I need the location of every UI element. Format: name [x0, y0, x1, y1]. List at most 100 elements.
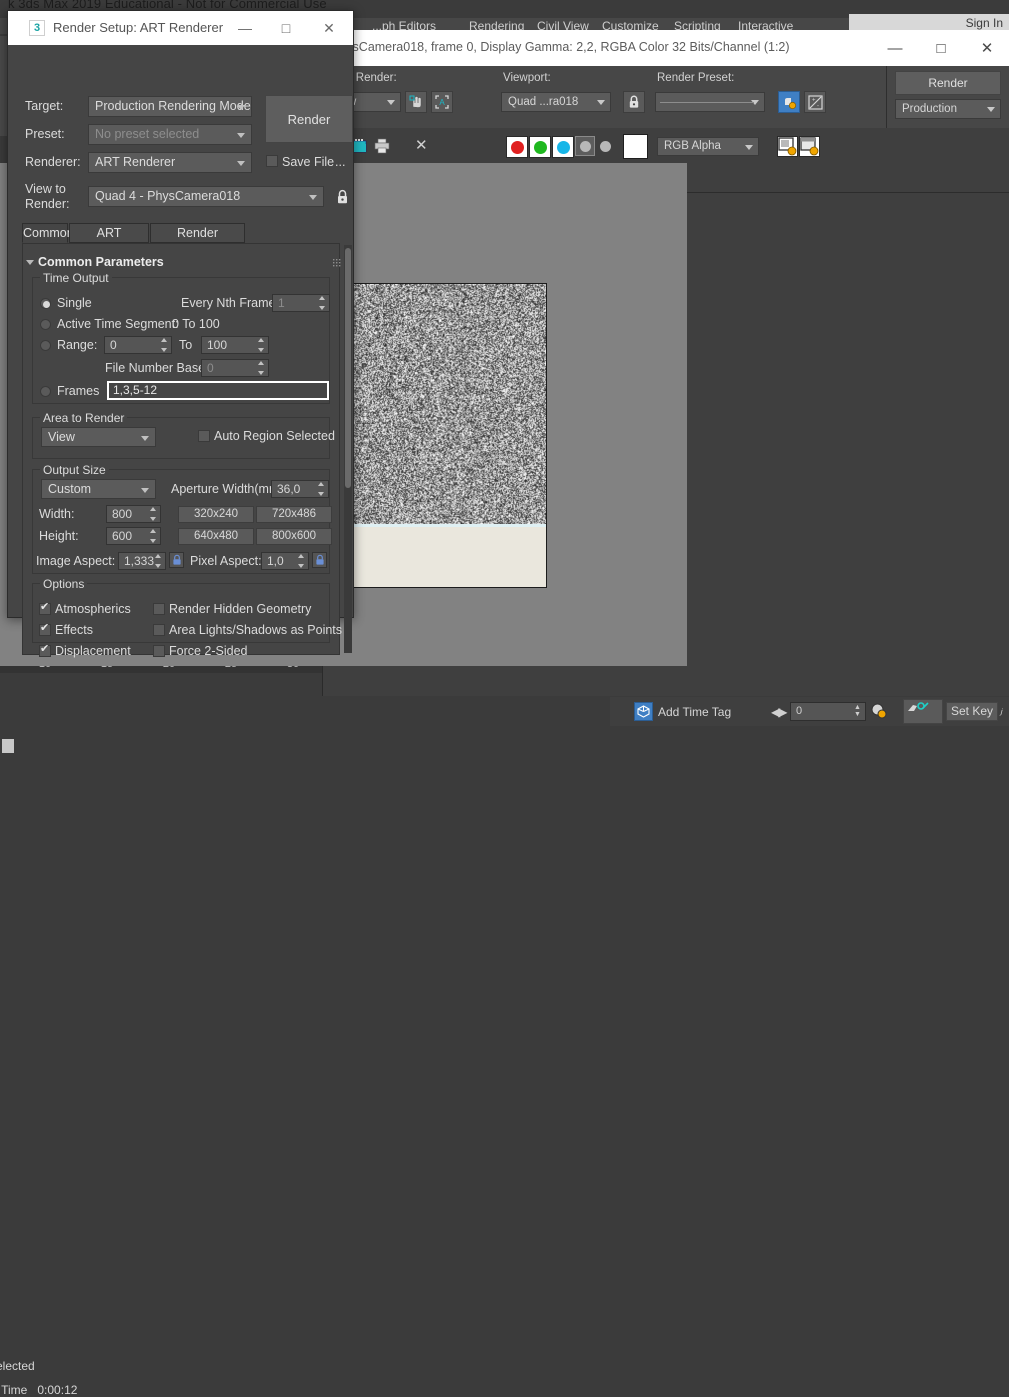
dialog-close-button[interactable]: ✕ [309, 11, 349, 45]
render-hidden-geometry-checkbox[interactable] [153, 603, 165, 615]
range-radio[interactable] [40, 340, 51, 351]
every-nth-frame-field[interactable]: 1 [272, 294, 330, 312]
time-tag-icon[interactable] [634, 702, 653, 721]
aperture-width-field[interactable]: 36,0 [271, 480, 329, 498]
dialog-maximize-button[interactable]: □ [266, 11, 306, 45]
active-time-segment-radio[interactable] [40, 319, 51, 330]
current-time-field[interactable]: 0 ▲ ▼ [790, 702, 866, 721]
spinner-arrows[interactable] [318, 296, 326, 310]
exposure-control-button[interactable]: + - [804, 91, 826, 113]
spinner-arrows[interactable] [160, 338, 168, 352]
area-to-render-mode-dropdown[interactable]: View [41, 427, 156, 447]
current-time-spinner[interactable]: ▲ ▼ [853, 704, 862, 719]
range-to-field[interactable]: 100 [201, 336, 269, 354]
viewport-dropdown[interactable]: Quad ...ra018 [501, 92, 611, 112]
blue-channel-button[interactable] [552, 136, 574, 158]
spinner-arrows[interactable] [297, 554, 305, 568]
renderer-dropdown[interactable]: ART Renderer [88, 152, 252, 173]
panel-scrollbar-thumb[interactable] [345, 248, 351, 488]
dialog-render-button[interactable]: Render [265, 95, 353, 143]
range-to-label: To [179, 338, 192, 352]
pan-tool-button[interactable] [405, 91, 427, 113]
tab-art-renderer[interactable]: ART Renderer [69, 223, 149, 243]
auto-region-button[interactable]: A [431, 91, 453, 113]
tab-render-elements[interactable]: Render Elements [150, 223, 245, 243]
spinner-arrows[interactable] [257, 361, 265, 375]
single-radio[interactable] [40, 298, 51, 309]
effects-checkbox[interactable] [39, 624, 51, 636]
rollout-title[interactable]: Common Parameters [38, 255, 164, 269]
range-label: Range: [57, 338, 97, 352]
set-key-button[interactable]: Set Key [946, 702, 998, 721]
signin-label[interactable]: Sign In [966, 16, 1003, 30]
area-lights-shadows-label: Area Lights/Shadows as Points [169, 623, 342, 637]
view-to-render-dropdown[interactable]: Quad 4 - PhysCamera018 [88, 186, 324, 207]
pixel-aspect-lock-icon[interactable] [312, 552, 327, 568]
render-hidden-geometry-label: Render Hidden Geometry [169, 602, 311, 616]
frames-radio[interactable] [40, 386, 51, 397]
render-preset-dropdown[interactable] [655, 92, 765, 112]
spinner-arrows[interactable] [317, 482, 325, 496]
file-number-base-field[interactable]: 0 [201, 359, 269, 377]
tab-common[interactable]: Common [22, 223, 68, 243]
minimize-button[interactable]: — [872, 30, 918, 66]
view-lock-icon[interactable] [335, 188, 349, 205]
frames-input[interactable]: 1,3,5-12 [107, 381, 329, 400]
save-file-checkbox[interactable] [266, 155, 278, 167]
red-channel-button[interactable] [506, 136, 528, 158]
save-file-browse-button[interactable]: ... [335, 155, 345, 169]
range-from-field[interactable]: 0 [104, 336, 172, 354]
toggle-image-display-icon[interactable] [799, 136, 820, 157]
pixel-aspect-field[interactable]: 1,0 [261, 552, 309, 570]
list-item-selected[interactable] [2, 739, 14, 753]
auto-region-selected-checkbox[interactable] [198, 430, 210, 442]
mono-channel-icon[interactable] [600, 141, 611, 152]
image-aspect-lock-icon[interactable] [169, 552, 184, 568]
render-time-status: ring Time 0:00:12 [0, 1383, 77, 1397]
image-aspect-field[interactable]: 1,333 [118, 552, 166, 570]
clear-icon[interactable]: ✕ [415, 139, 430, 154]
size-preset-800x600-button[interactable]: 800x600 [256, 528, 332, 545]
width-field[interactable]: 800 [106, 505, 161, 523]
toggle-ui-display-icon[interactable] [777, 136, 798, 157]
render-button[interactable]: Render [895, 71, 1001, 95]
spinner-arrows[interactable] [149, 529, 157, 543]
clone-bitmap-icon[interactable] [352, 138, 368, 154]
chevron-down-icon[interactable] [26, 260, 34, 265]
dialog-minimize-button[interactable]: — [225, 11, 265, 45]
color-swatch[interactable] [623, 134, 648, 159]
size-preset-720x486-button[interactable]: 720x486 [256, 506, 332, 523]
key-filters-icon[interactable]: ⱼ [1000, 702, 1002, 718]
height-field[interactable]: 600 [106, 527, 161, 545]
size-preset-640x480-button[interactable]: 640x480 [178, 528, 254, 545]
area-lights-shadows-checkbox[interactable] [153, 624, 165, 636]
render-frame-title-bar[interactable]: PhysCamera018, frame 0, Display Gamma: 2… [323, 30, 1009, 66]
channel-dropdown[interactable]: RGB Alpha [657, 137, 759, 156]
displacement-checkbox[interactable] [39, 645, 51, 657]
render-setup-button[interactable] [778, 91, 800, 113]
set-key-mode-toggle[interactable] [903, 699, 943, 724]
add-time-tag-label[interactable]: Add Time Tag [658, 705, 731, 719]
current-time-value: 0 [796, 705, 802, 717]
spinner-arrows[interactable] [149, 507, 157, 521]
size-preset-320x240-button[interactable]: 320x240 [178, 506, 254, 523]
print-icon[interactable] [374, 138, 390, 154]
viewport-lock-button[interactable] [623, 91, 645, 113]
spinner-arrows[interactable] [257, 338, 265, 352]
output-size-preset-dropdown[interactable]: Custom [41, 479, 156, 499]
close-button[interactable]: ✕ [964, 30, 1009, 66]
atmospherics-checkbox[interactable] [39, 603, 51, 615]
target-dropdown[interactable]: Production Rendering Mode [88, 96, 252, 117]
green-channel-button[interactable] [529, 136, 551, 158]
alpha-channel-button[interactable] [575, 136, 595, 156]
spinner-arrows[interactable] [154, 554, 162, 568]
prev-next-key-icon[interactable]: ◀▶ [771, 705, 785, 719]
time-config-icon[interactable] [871, 703, 887, 719]
output-size-preset-value: Custom [48, 482, 91, 496]
every-nth-frame-label: Every Nth Frame: [181, 296, 279, 310]
render-mode-dropdown[interactable]: Production [895, 99, 1001, 119]
image-aspect-label: Image Aspect: [36, 554, 115, 568]
maximize-button[interactable]: □ [918, 30, 964, 66]
force-2-sided-checkbox[interactable] [153, 645, 165, 657]
preset-dropdown[interactable]: No preset selected [88, 124, 252, 145]
